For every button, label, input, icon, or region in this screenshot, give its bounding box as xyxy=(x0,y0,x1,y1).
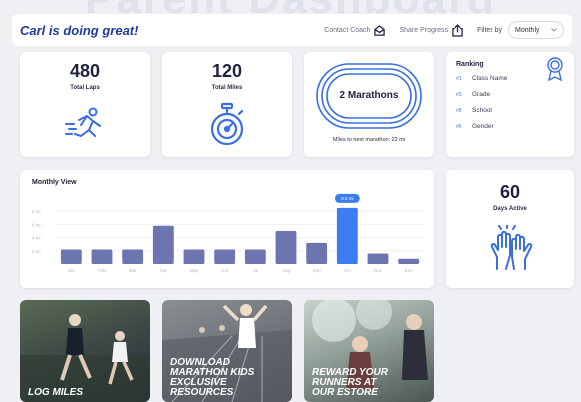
ranking-row: #3 Grade xyxy=(456,91,490,98)
bar-nov[interactable] xyxy=(367,253,389,264)
marathons-value: 2 Marathons xyxy=(339,90,399,101)
days-active-value: 60 xyxy=(499,182,521,202)
bar-aug[interactable] xyxy=(275,231,297,264)
x-tick-label: May xyxy=(190,268,199,273)
filter-value: Monthly xyxy=(515,26,540,34)
x-tick-label: Apr xyxy=(160,268,168,273)
x-tick-label: Mar xyxy=(129,268,137,273)
y-tick-label: 4 mi xyxy=(32,236,41,241)
bar-apr[interactable] xyxy=(152,225,174,264)
y-tick-label: 2 mi xyxy=(32,249,41,254)
contact-coach-label: Contact Coach xyxy=(324,26,371,34)
bar-mar[interactable] xyxy=(122,249,144,264)
rank-number: #1 xyxy=(456,76,462,82)
share-progress-label: Share Progress xyxy=(399,26,449,34)
ranking-card: Ranking #1 Class Name #3 Grade #8 School #6… xyxy=(446,52,574,157)
total-laps-value: 480 xyxy=(69,61,101,81)
promo-text: REWARD YOUR RUNNERS AT OUR ESTORE xyxy=(312,368,388,398)
x-tick-label: Nov xyxy=(374,268,383,273)
share-icon xyxy=(452,23,463,37)
bar-jun[interactable] xyxy=(214,249,236,264)
ranking-row: #8 School xyxy=(456,107,492,114)
stopwatch-icon xyxy=(210,102,244,146)
marathons-label: Miles to next marathon: 22 mi xyxy=(332,137,406,143)
days-active-card: 60 Days Active xyxy=(446,170,574,288)
bar-feb[interactable] xyxy=(91,249,113,264)
promo-line: RESOURCES xyxy=(170,387,234,398)
rank-label: Class Name xyxy=(472,75,508,82)
x-tick-label: Jul xyxy=(252,268,258,273)
total-miles-label: Total Miles xyxy=(211,85,243,91)
total-miles-card: 120 Total Miles xyxy=(162,52,292,157)
ranking-row: #6 Gender xyxy=(456,123,494,130)
ranking-title: Ranking xyxy=(456,61,484,68)
bar-oct[interactable] xyxy=(336,207,358,264)
x-tick-label: Sep xyxy=(313,268,322,273)
filter-select[interactable]: Monthly xyxy=(508,21,564,39)
rank-label: Grade xyxy=(472,91,491,98)
rank-number: #3 xyxy=(456,92,462,98)
high-five-icon xyxy=(490,225,533,270)
x-tick-label: Aug xyxy=(282,268,291,273)
promo-line: OUR ESTORE xyxy=(312,387,378,398)
x-tick-label: Feb xyxy=(98,268,106,273)
runner-icon xyxy=(65,107,101,137)
total-laps-label: Total Laps xyxy=(70,85,100,91)
days-active-label: Days Active xyxy=(493,206,527,212)
contact-coach-button[interactable]: Contact Coach xyxy=(324,24,386,36)
bar-jul[interactable] xyxy=(244,249,266,264)
promo-text: LOG MILES xyxy=(28,388,83,398)
promo-line: LOG MILES xyxy=(28,387,83,398)
promo-log-miles[interactable]: LOG MILES xyxy=(20,300,150,402)
bar-sep[interactable] xyxy=(306,242,328,264)
rank-number: #6 xyxy=(456,124,462,130)
highlight-value-label: 8.5 mi xyxy=(341,196,353,201)
monthly-bar-chart: 8 mi 6 mi 4 mi 2 mi Jan Feb Mar Apr May Jun Jul Aug… xyxy=(32,193,424,273)
chevron-down-icon xyxy=(551,28,557,32)
monthly-view-card: Monthly View 8 mi 6 mi 4 mi 2 mi Jan Feb Mar Ap… xyxy=(20,170,434,288)
bar-dec[interactable] xyxy=(398,258,420,264)
y-tick-label: 6 mi xyxy=(32,222,41,227)
rank-label: Gender xyxy=(472,123,494,130)
ranking-row: #1 Class Name xyxy=(456,75,507,82)
x-tick-label: Jun xyxy=(221,268,229,273)
header-bar: Carl is doing great! Contact Coach Share… xyxy=(12,14,572,46)
bar-jan[interactable] xyxy=(60,249,82,264)
filter-label: Filter by xyxy=(477,26,502,34)
envelope-icon xyxy=(374,24,386,36)
promo-reward-estore[interactable]: REWARD YOUR RUNNERS AT OUR ESTORE xyxy=(304,300,434,402)
x-tick-label: Oct xyxy=(344,268,352,273)
x-tick-label: Jan xyxy=(68,268,76,273)
award-ribbon-icon xyxy=(547,57,563,81)
y-tick-label: 8 mi xyxy=(32,209,41,214)
share-progress-button[interactable]: Share Progress xyxy=(399,23,463,37)
rank-label: School xyxy=(472,107,492,114)
marathons-card: 2 Marathons Miles to next marathon: 22 m… xyxy=(304,52,434,157)
promo-download-resources[interactable]: DOWNLOAD MARATHON KIDS EXCLUSIVE RESOURC… xyxy=(162,300,292,402)
x-tick-label: Dec xyxy=(405,268,414,273)
promo-text: DOWNLOAD MARATHON KIDS EXCLUSIVE RESOURC… xyxy=(170,358,254,398)
rank-number: #8 xyxy=(456,108,462,114)
total-laps-card: 480 Total Laps xyxy=(20,52,150,157)
bar-may[interactable] xyxy=(183,249,205,264)
total-miles-value: 120 xyxy=(211,61,243,81)
greeting-title: Carl is doing great! xyxy=(20,22,139,38)
